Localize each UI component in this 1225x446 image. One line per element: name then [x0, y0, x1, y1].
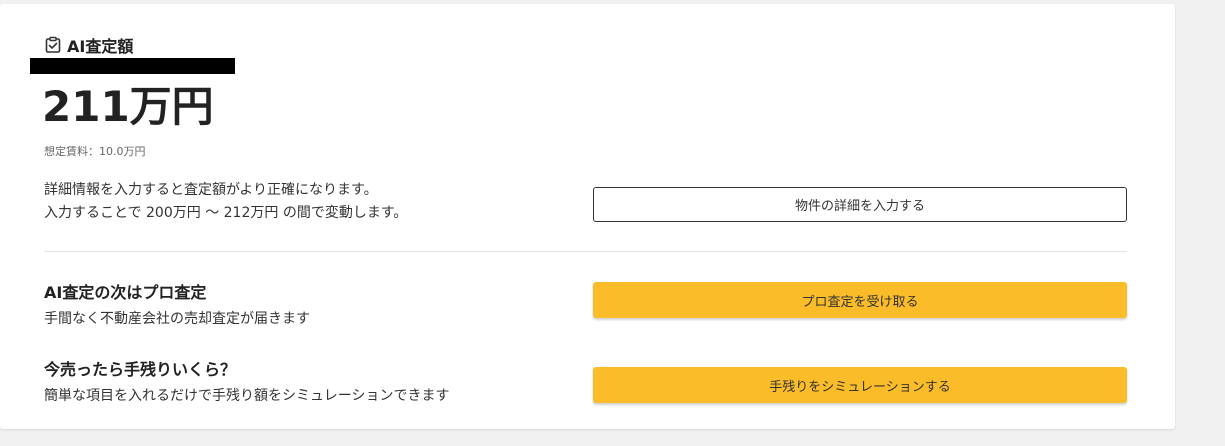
details-line-2: 入力することで 200万円 〜 212万円 の間で変動します。 — [44, 205, 408, 221]
pro-assessment-subtitle: 手間なく不動産会社の売却査定が届きます — [44, 311, 310, 327]
header-row: AI査定額 — [44, 33, 133, 57]
details-description: 詳細情報を入力すると査定額がより正確になります。 入力することで 200万円 〜… — [44, 179, 407, 225]
checkbox-checked-icon — [44, 36, 62, 54]
pro-assessment-title: AI査定の次はプロ査定 — [44, 283, 207, 302]
simulation-title: 今売ったら手残りいくら？ — [44, 360, 237, 379]
estimated-price: 211万円 — [42, 82, 214, 131]
details-line-1: 詳細情報を入力すると査定額がより正確になります。 — [44, 182, 378, 198]
divider — [44, 251, 1127, 252]
assessment-card: AI査定額 211万円 想定賃料：10.0万円 詳細情報を入力すると査定額がより… — [0, 4, 1175, 429]
estimated-rent: 想定賃料：10.0万円 — [44, 145, 146, 158]
simulation-subtitle: 簡単な項目を入れるだけで手残り額をシミュレーションできます — [44, 388, 450, 404]
page-title: AI査定額 — [67, 37, 134, 56]
simulate-proceeds-button[interactable]: 手残りをシミュレーションする — [593, 367, 1127, 403]
enter-details-button[interactable]: 物件の詳細を入力する — [593, 187, 1127, 222]
redacted-address — [30, 58, 235, 74]
receive-pro-assessment-button[interactable]: プロ査定を受け取る — [593, 282, 1127, 318]
